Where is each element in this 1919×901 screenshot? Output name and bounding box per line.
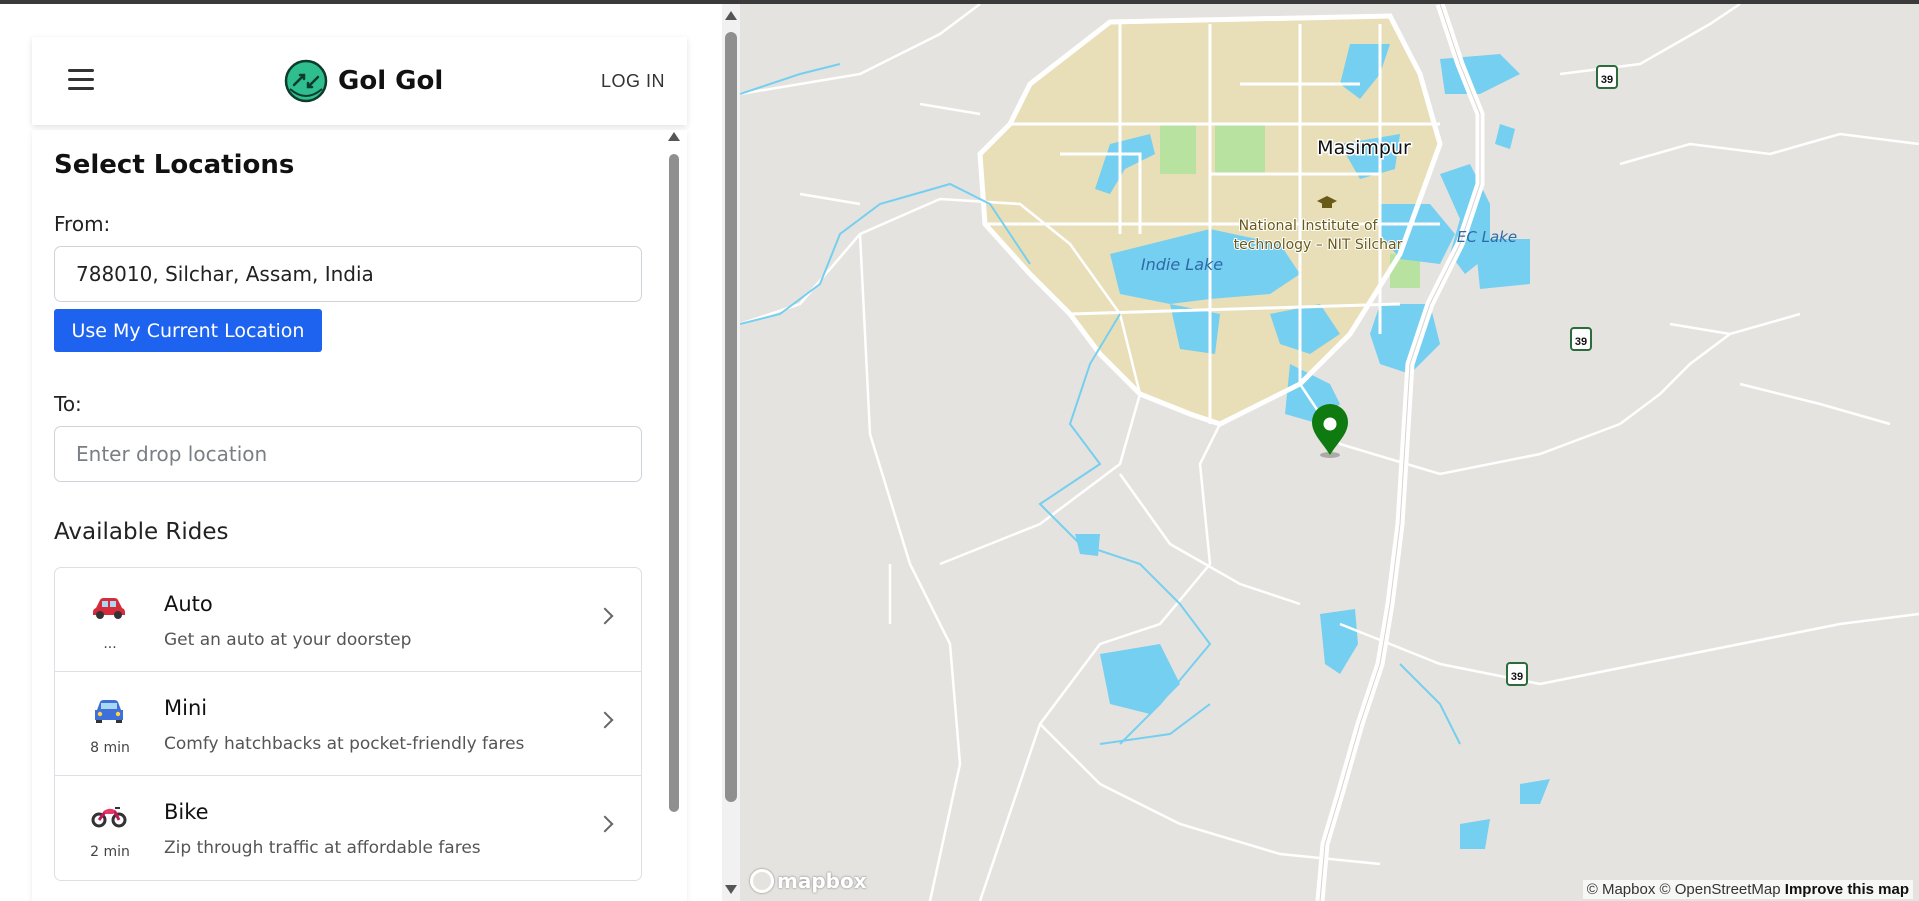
locations-card: Select Locations From: Use My Current Lo… bbox=[32, 130, 687, 901]
car-front-icon bbox=[95, 700, 123, 723]
map-canvas[interactable]: 39 39 39 Masimpur National Institute of … bbox=[740, 4, 1919, 901]
scroll-up-icon[interactable] bbox=[668, 132, 680, 141]
map[interactable]: 39 39 39 Masimpur National Institute of … bbox=[740, 4, 1919, 901]
ride-eta: ... bbox=[103, 636, 117, 652]
ride-name: Auto bbox=[164, 592, 213, 616]
chevron-right-icon bbox=[596, 815, 614, 833]
to-label: To: bbox=[54, 392, 82, 416]
highway-number: 39 bbox=[1601, 74, 1613, 86]
rides-list: ... Auto Get an auto at your doorstep 8 … bbox=[54, 567, 642, 881]
map-label-lake: EC Lake bbox=[1457, 228, 1517, 246]
mapbox-logo-text: mapbox bbox=[777, 869, 867, 893]
available-rides-title: Available Rides bbox=[54, 519, 229, 545]
highway-number: 39 bbox=[1511, 671, 1523, 683]
motorbike-icon bbox=[91, 807, 127, 828]
menu-icon[interactable] bbox=[68, 69, 94, 91]
improve-map-link[interactable]: Improve this map bbox=[1785, 881, 1909, 898]
brand-name: Gol Gol bbox=[338, 66, 444, 96]
map-label-lake: Indie Lake bbox=[1141, 255, 1223, 274]
ride-eta: 8 min bbox=[90, 740, 130, 756]
rides-scrollbar[interactable] bbox=[668, 130, 680, 901]
brand[interactable]: Gol Gol bbox=[284, 59, 443, 103]
chevron-right-icon bbox=[596, 711, 614, 729]
to-input[interactable] bbox=[54, 426, 642, 482]
navbar: Gol Gol LOG IN bbox=[32, 37, 687, 125]
ride-description: Zip through traffic at affordable fares bbox=[164, 838, 481, 858]
from-label: From: bbox=[54, 212, 111, 236]
left-panel: Gol Gol LOG IN Select Locations From: Us… bbox=[0, 4, 722, 901]
from-input[interactable] bbox=[54, 246, 642, 302]
page-scrollbar[interactable] bbox=[722, 4, 740, 901]
ride-description: Comfy hatchbacks at pocket-friendly fare… bbox=[164, 734, 525, 754]
ride-name: Mini bbox=[164, 696, 208, 720]
scroll-up-icon[interactable] bbox=[725, 11, 737, 20]
ride-option-bike[interactable]: 2 min Bike Zip through traffic at afford… bbox=[55, 776, 641, 880]
location-marker-icon[interactable] bbox=[1312, 404, 1348, 458]
use-current-location-button[interactable]: Use My Current Location bbox=[54, 309, 322, 352]
ride-name: Bike bbox=[164, 800, 209, 824]
chevron-right-icon bbox=[596, 607, 614, 625]
mapbox-logo[interactable]: mapbox bbox=[750, 869, 867, 893]
select-locations-title: Select Locations bbox=[54, 150, 295, 180]
ride-description: Get an auto at your doorstep bbox=[164, 630, 412, 650]
logo-icon bbox=[284, 59, 328, 103]
mapbox-logo-icon bbox=[750, 869, 774, 893]
ride-option-mini[interactable]: 8 min Mini Comfy hatchbacks at pocket-fr… bbox=[55, 672, 641, 776]
highway-shield: 39 bbox=[1596, 65, 1618, 89]
attribution-text[interactable]: © Mapbox © OpenStreetMap bbox=[1587, 881, 1781, 898]
ride-eta: 2 min bbox=[90, 844, 130, 860]
login-link[interactable]: LOG IN bbox=[601, 71, 665, 92]
scrollbar-thumb[interactable] bbox=[725, 32, 737, 802]
scroll-down-icon[interactable] bbox=[725, 885, 737, 894]
ride-option-auto[interactable]: ... Auto Get an auto at your doorstep bbox=[55, 568, 641, 672]
car-icon bbox=[93, 598, 125, 619]
map-label-town: Masimpur bbox=[1317, 137, 1411, 159]
map-label-institute-2: technology – NIT Silchar bbox=[1234, 237, 1403, 253]
map-attribution: © Mapbox © OpenStreetMap Improve this ma… bbox=[1582, 880, 1913, 899]
map-label-institute-1: National Institute of bbox=[1239, 218, 1379, 234]
scrollbar-thumb[interactable] bbox=[669, 154, 679, 812]
highway-number: 39 bbox=[1575, 336, 1587, 348]
